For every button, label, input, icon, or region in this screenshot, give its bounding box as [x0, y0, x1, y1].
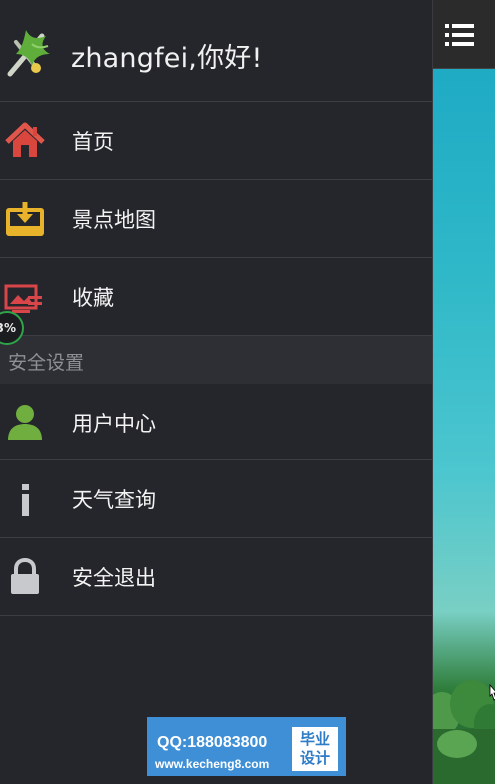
action-bar [432, 0, 495, 69]
drawer-item-home[interactable]: 首页 [0, 102, 432, 180]
drawer-item-scenic-map[interactable]: 景点地图 [0, 180, 432, 258]
drawer-header: zhangfei,你好! [0, 0, 432, 102]
lock-icon [11, 557, 39, 594]
drawer-item-favorites[interactable]: 收藏 [0, 258, 432, 336]
avatar[interactable] [2, 24, 54, 80]
watermark-url: www.kecheng8.com [155, 757, 270, 771]
navigation-drawer: zhangfei,你好! 首页 景点地图 收藏 安全设置 用户中心 天气查询 安… [0, 0, 433, 784]
hand-cursor-icon [489, 684, 495, 701]
home-icon [5, 122, 45, 157]
main-content-scenery [432, 0, 495, 784]
watermark-banner: QQ:188083800 www.kecheng8.com 毕业 设计 [147, 717, 346, 776]
drawer-item-label: 用户中心 [72, 412, 156, 436]
drawer-item-label: 景点地图 [72, 208, 156, 232]
user-greeting: zhangfei,你好! [71, 43, 263, 74]
drawer-item-user-center[interactable]: 用户中心 [0, 384, 432, 460]
watermark-badge-line1: 毕业 [299, 730, 330, 748]
section-title: 安全设置 [8, 352, 85, 374]
drawer-item-label: 收藏 [72, 286, 114, 310]
drawer-item-weather[interactable]: 天气查询 [0, 460, 432, 538]
progress-text: 3% [0, 321, 16, 335]
info-icon [22, 484, 29, 516]
drawer-item-label: 首页 [72, 130, 114, 154]
section-header-security: 安全设置 [0, 336, 432, 384]
drawer-item-label: 天气查询 [72, 488, 156, 512]
list-menu-icon [445, 24, 474, 46]
watermark-qq: QQ:188083800 [157, 734, 268, 751]
user-icon [8, 405, 42, 440]
menu-toggle-button[interactable] [440, 18, 480, 52]
watermark-badge: 毕业 设计 [292, 727, 338, 771]
inbox-download-icon [6, 202, 44, 236]
drawer-item-logout[interactable]: 安全退出 [0, 538, 432, 616]
app-screen: zhangfei,你好! 首页 景点地图 收藏 安全设置 用户中心 天气查询 安… [0, 0, 495, 784]
watermark-badge-line2: 设计 [299, 749, 330, 767]
drawer-item-label: 安全退出 [72, 566, 156, 590]
trees-image [432, 680, 495, 784]
